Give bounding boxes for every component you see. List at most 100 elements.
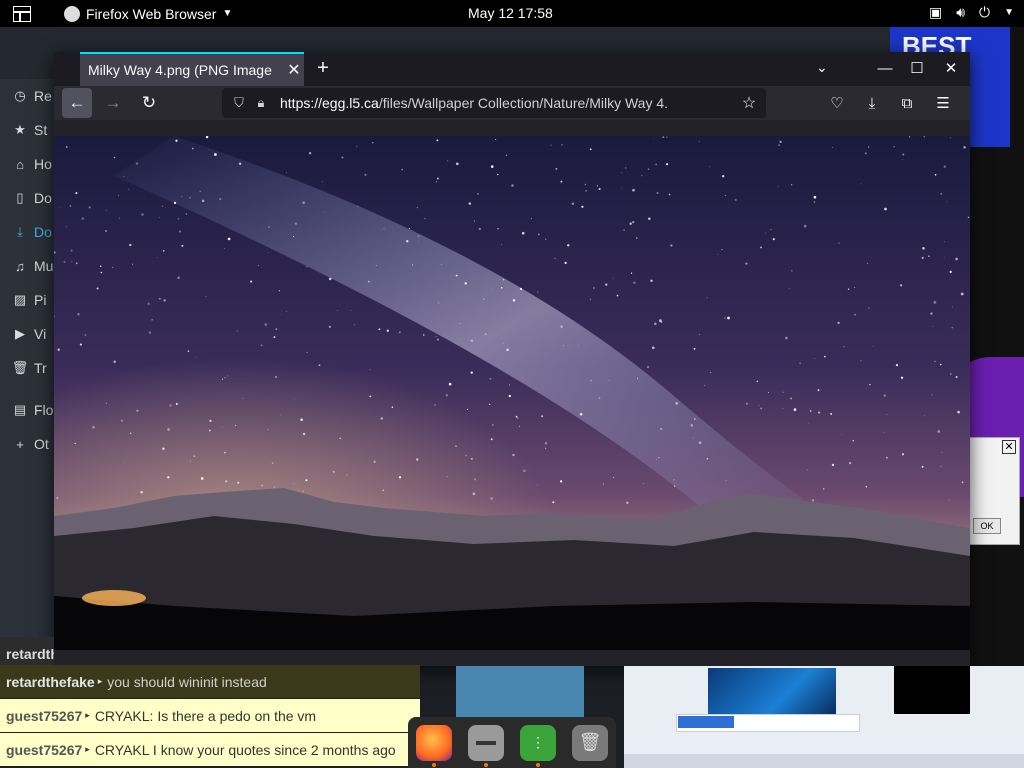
star — [930, 312, 933, 315]
star — [158, 217, 160, 218]
star — [883, 431, 885, 433]
star — [459, 323, 461, 324]
tab-milky-way[interactable]: Milky Way 4.png (PNG Image ✕ — [80, 52, 304, 86]
minimize-button[interactable]: — — [874, 58, 896, 80]
sidebar-item-other-locations[interactable]: + Ot — [0, 427, 54, 461]
top-bar: Firefox Web Browser ▼ May 12 17:58 ▣ 🔊︎ … — [0, 0, 1024, 27]
star — [660, 321, 663, 324]
star — [105, 402, 107, 404]
star — [901, 453, 905, 456]
volume-icon[interactable]: 🔊︎ — [956, 4, 965, 21]
star — [960, 292, 964, 296]
back-button[interactable]: ← — [62, 88, 92, 118]
downloads-icon[interactable]: ⤓ — [857, 88, 887, 118]
url-text[interactable]: https://egg.l5.ca/files/Wallpaper Collec… — [280, 95, 738, 111]
close-window-button[interactable]: ✕ — [940, 58, 962, 80]
lock-icon[interactable]: 🔒︎ — [250, 95, 272, 111]
firefox-icon — [64, 5, 80, 22]
ok-button[interactable]: OK — [973, 518, 1001, 534]
star — [651, 346, 655, 350]
close-tab-icon[interactable]: ✕ — [284, 60, 304, 80]
star — [236, 330, 238, 332]
star — [302, 201, 305, 204]
star — [221, 426, 223, 428]
star — [306, 265, 308, 268]
sidebar-item-pictures[interactable]: ▨ Pi — [0, 283, 54, 317]
bookmark-star-icon[interactable]: ☆ — [738, 93, 760, 113]
system-tray[interactable]: ▣ 🔊︎ ⏻ ▼ — [929, 4, 1014, 21]
star — [508, 384, 511, 386]
clock-icon: ◷ — [14, 88, 26, 103]
star — [934, 173, 937, 176]
extensions-icon[interactable]: ⧉ — [892, 88, 922, 118]
star — [817, 389, 820, 392]
star — [902, 158, 904, 160]
pocket-icon[interactable]: ♡ — [822, 88, 852, 118]
maximize-button[interactable]: ☐ — [906, 58, 928, 80]
sidebar-item-home[interactable]: ⌂ Ho — [0, 147, 54, 181]
star — [899, 284, 903, 287]
trash-icon[interactable]: 🗑︎ — [572, 724, 608, 761]
star — [511, 184, 514, 187]
reload-icon: ↻ — [141, 93, 157, 112]
star — [864, 152, 867, 155]
star — [799, 362, 801, 365]
activities-button[interactable] — [0, 0, 44, 27]
star — [653, 138, 654, 140]
new-tab-button[interactable]: + — [312, 58, 334, 80]
star — [135, 162, 139, 165]
star — [375, 265, 377, 266]
sidebar-item-trash[interactable]: 🗑︎ Tr — [0, 351, 54, 385]
star — [112, 267, 114, 269]
sidebar-item-floppy[interactable]: ▤ Flo — [0, 393, 54, 427]
star — [621, 188, 622, 190]
star — [623, 229, 625, 231]
star — [106, 209, 107, 211]
star — [187, 350, 190, 352]
milky-way-image[interactable] — [54, 136, 970, 650]
app-menu-label: Firefox Web Browser — [86, 5, 217, 22]
star — [417, 235, 420, 238]
star — [372, 142, 374, 144]
url-bar[interactable]: ⛉ 🔒︎ https://egg.l5.ca/files/Wallpaper C… — [222, 88, 766, 118]
star — [336, 310, 338, 312]
archive-icon[interactable]: ⋮ — [520, 724, 556, 767]
star — [470, 339, 474, 342]
star — [175, 402, 178, 405]
sidebar-item-downloads[interactable]: ⤓ Do — [0, 215, 54, 249]
power-icon[interactable]: ⏻ — [979, 4, 990, 21]
files-icon[interactable] — [468, 724, 504, 767]
star — [489, 377, 492, 380]
reload-button[interactable]: ↻ — [134, 88, 164, 118]
star — [847, 288, 850, 290]
forward-button[interactable]: → — [98, 88, 128, 118]
star — [626, 501, 629, 505]
star — [69, 205, 72, 207]
star — [698, 441, 702, 445]
sidebar-item-videos[interactable]: ▶ Vi — [0, 317, 54, 351]
star — [465, 454, 467, 457]
sidebar-item-recent[interactable]: ◷ Re — [0, 79, 54, 113]
sidebar-item-music[interactable]: ♫ Mu — [0, 249, 54, 283]
app-menu[interactable]: Firefox Web Browser ▼ — [64, 5, 232, 22]
star — [506, 348, 509, 352]
chevron-down-icon[interactable]: ▼ — [1004, 7, 1014, 18]
star — [624, 167, 627, 169]
star — [201, 199, 205, 203]
video-icon: ▶ — [15, 326, 25, 341]
star — [849, 462, 852, 465]
sidebar-item-documents[interactable]: ▯ Do — [0, 181, 54, 215]
firefox-icon[interactable] — [416, 724, 452, 767]
menu-icon[interactable]: ☰ — [928, 88, 958, 118]
star — [445, 394, 448, 397]
list-all-tabs-button[interactable]: ⌄ — [816, 59, 828, 76]
shield-icon[interactable]: ⛉ — [228, 95, 250, 111]
star — [136, 409, 139, 412]
clock[interactable]: May 12 17:58 — [468, 5, 553, 21]
sidebar-item-starred[interactable]: ★ St — [0, 113, 54, 147]
star — [867, 262, 869, 265]
star — [598, 397, 601, 399]
close-icon[interactable]: ✕ — [1002, 440, 1016, 454]
screen-icon[interactable]: ▣ — [929, 4, 942, 21]
star — [351, 310, 353, 311]
